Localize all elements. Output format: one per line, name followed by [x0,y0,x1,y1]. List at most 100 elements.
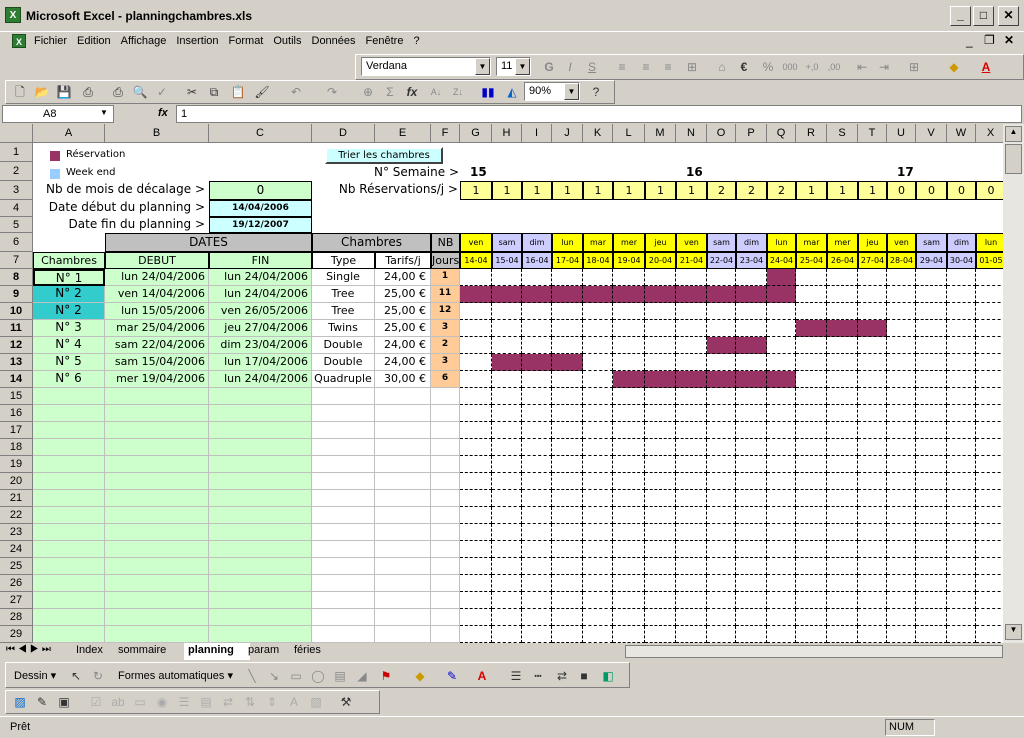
empty-cell[interactable] [33,609,105,626]
day-date[interactable]: 14-04 [460,252,492,269]
row-header[interactable]: 14 [0,371,33,388]
planning-cell[interactable] [460,541,492,558]
planning-cell[interactable] [858,320,887,337]
planning-cell[interactable] [676,439,707,456]
booking-days[interactable]: 3 [431,354,460,371]
planning-cell[interactable] [645,269,676,286]
planning-cell[interactable] [492,609,522,626]
sort-descending-icon[interactable]: Z↓ [448,82,468,102]
empty-cell[interactable] [105,575,209,592]
shadow-icon[interactable]: ■ [574,666,594,686]
currency-style-icon[interactable]: ⌂ [712,57,732,77]
planning-cell[interactable] [583,405,613,422]
planning-cell[interactable] [676,422,707,439]
planning-cell[interactable] [552,337,583,354]
planning-cell[interactable] [858,422,887,439]
day-date[interactable]: 24-04 [767,252,796,269]
sheet-tab-4[interactable]: féries [290,643,344,660]
planning-cell[interactable] [676,388,707,405]
empty-cell[interactable] [431,490,460,507]
empty-cell[interactable] [105,456,209,473]
sheet-nav-icons[interactable]: ⏮◀▶⏭ [6,644,54,655]
planning-cell[interactable] [767,371,796,388]
empty-cell[interactable] [33,388,105,405]
row-header[interactable]: 17 [0,422,33,439]
planning-cell[interactable] [976,592,1003,609]
planning-cell[interactable] [676,558,707,575]
booking-start[interactable]: mar 25/04/2006 [105,320,209,337]
planning-cell[interactable] [858,524,887,541]
planning-cell[interactable] [976,524,1003,541]
planning-cell[interactable] [460,388,492,405]
planning-cell[interactable] [645,456,676,473]
planning-cell[interactable] [613,337,645,354]
room-name[interactable]: N° 4 [33,337,105,354]
save-icon[interactable]: 💾 [54,82,74,102]
planning-cell[interactable] [460,473,492,490]
sheet-tab-2[interactable]: planning [184,643,250,660]
planning-cell[interactable] [976,320,1003,337]
planning-cell[interactable] [916,507,947,524]
column-label-type[interactable]: Type [312,252,375,269]
planning-cell[interactable] [492,422,522,439]
planning-cell[interactable] [767,626,796,643]
planning-cell[interactable] [976,405,1003,422]
autoshapes-button[interactable]: Formes automatiques ▾ [118,669,233,682]
planning-cell[interactable] [613,626,645,643]
close-button[interactable]: ✕ [998,6,1019,26]
booking-days[interactable]: 1 [431,269,460,286]
empty-cell[interactable] [105,439,209,456]
planning-cell[interactable] [796,592,827,609]
empty-cell[interactable] [431,558,460,575]
planning-cell[interactable] [827,626,858,643]
booking-start[interactable]: sam 22/04/2006 [105,337,209,354]
row-header[interactable]: 8 [0,269,33,286]
form-design-icon[interactable]: ✎ [32,692,52,712]
name-box[interactable]: A8 [2,105,114,123]
column-label-debut[interactable]: DEBUT [105,252,209,269]
planning-cell[interactable] [645,320,676,337]
workbook-minimize-icon[interactable]: _ [966,34,973,48]
planning-cell[interactable] [613,558,645,575]
room-type[interactable]: Quadruple [312,371,375,388]
reservations-count[interactable]: 0 [887,181,916,200]
planning-cell[interactable] [707,371,736,388]
planning-cell[interactable] [916,303,947,320]
minimize-button[interactable]: _ [950,6,971,26]
day-date[interactable]: 29-04 [916,252,947,269]
planning-cell[interactable] [736,592,767,609]
planning-cell[interactable] [976,490,1003,507]
planning-cell[interactable] [676,626,707,643]
column-header[interactable]: J [552,124,583,143]
planning-cell[interactable] [492,269,522,286]
planning-cell[interactable] [736,405,767,422]
planning-cell[interactable] [947,558,976,575]
room-name[interactable]: N° 6 [33,371,105,388]
room-type[interactable]: Single [312,269,375,286]
planning-cell[interactable] [583,456,613,473]
row-header[interactable]: 27 [0,592,33,609]
booking-end[interactable]: dim 23/04/2006 [209,337,312,354]
planning-cell[interactable] [583,320,613,337]
planning-cell[interactable] [676,473,707,490]
row-header[interactable]: 12 [0,337,33,354]
planning-cell[interactable] [707,524,736,541]
planning-cell[interactable] [460,558,492,575]
reservations-count[interactable]: 1 [552,181,583,200]
menu-item-3[interactable]: Insertion [176,35,218,47]
planning-cell[interactable] [947,524,976,541]
booking-end[interactable]: lun 24/04/2006 [209,286,312,303]
row-header[interactable]: 5 [0,217,33,233]
column-header[interactable]: C [209,124,312,143]
empty-cell[interactable] [431,609,460,626]
planning-cell[interactable] [947,320,976,337]
planning-cell[interactable] [767,541,796,558]
planning-cell[interactable] [736,575,767,592]
planning-cell[interactable] [492,456,522,473]
planning-cell[interactable] [976,609,1003,626]
sort-ascending-icon[interactable]: A↓ [426,82,446,102]
planning-cell[interactable] [613,422,645,439]
copy-icon[interactable]: ⧉ [204,82,224,102]
planning-cell[interactable] [976,371,1003,388]
empty-cell[interactable] [33,422,105,439]
